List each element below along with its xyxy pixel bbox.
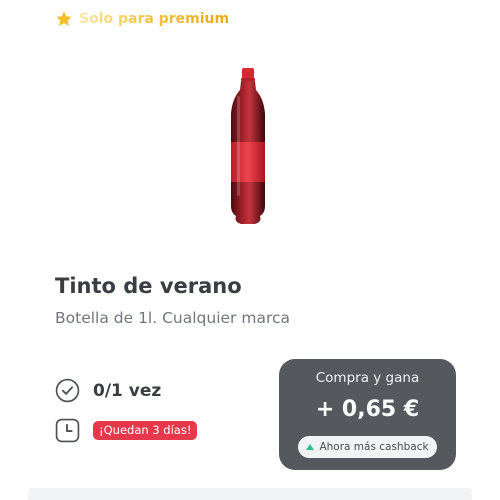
up-triangle-icon [306,444,315,450]
cashback-card[interactable]: Compra y gana + 0,65 € Ahora más cashbac… [279,359,456,470]
check-circle-icon [55,378,80,403]
clock-icon [55,418,80,443]
product-title: Tinto de verano [55,274,242,298]
cashback-amount: + 0,65 € [315,397,420,422]
star-icon [56,11,72,26]
cashback-badge[interactable]: Ahora más cashback [298,436,437,458]
cashback-badge-label: Ahora más cashback [319,441,429,453]
premium-label: Solo para premium [79,11,230,27]
premium-tag: Solo para premium [55,10,229,28]
usage-row: 0/1 vez [55,378,161,403]
usage-count: 0/1 vez [93,380,162,401]
product-image [231,68,265,224]
deadline-badge: ¡Quedan 3 días! [93,421,198,440]
cashback-caption: Compra y gana [315,370,420,386]
product-subtitle: Botella de 1l. Cualquier marca [55,309,290,327]
deadline-row: ¡Quedan 3 días! [55,418,198,443]
next-card-preview [28,488,472,500]
